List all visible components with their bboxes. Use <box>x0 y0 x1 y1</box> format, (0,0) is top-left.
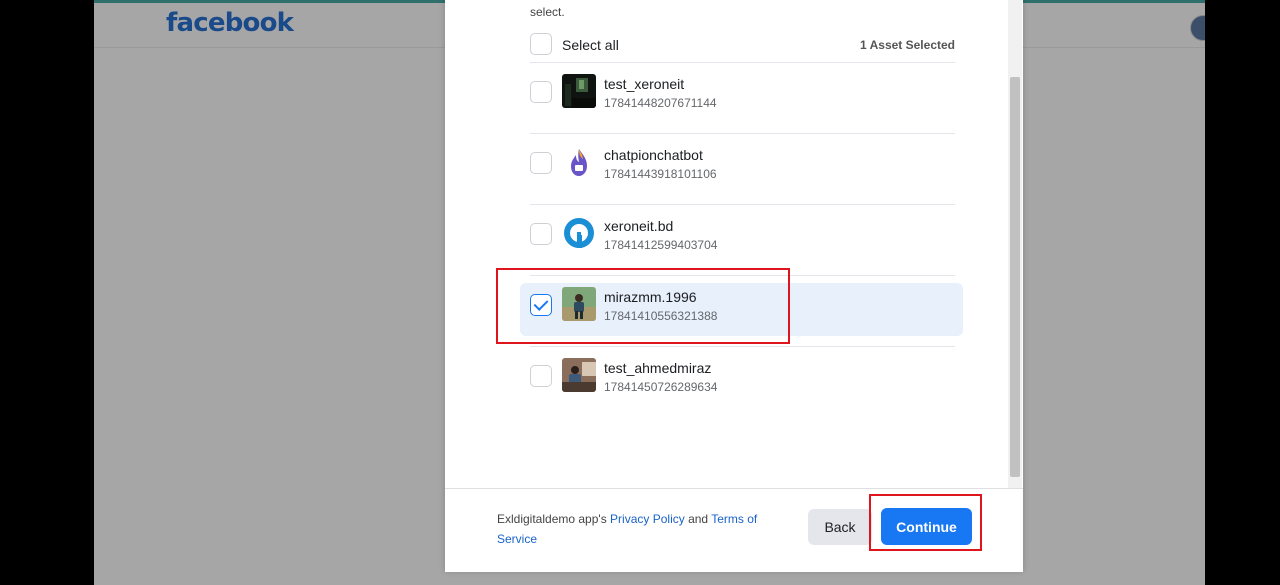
annotation-box-continue <box>869 494 982 551</box>
footer-and-text: and <box>688 512 709 526</box>
asset-row-xeroneit-bd[interactable]: xeroneit.bd 17841412599403704 <box>530 204 955 276</box>
policy-text: Exldigitaldemo app's Privacy Policy and … <box>497 509 787 549</box>
profile-avatar-icon[interactable] <box>1190 15 1205 41</box>
asset-checkbox[interactable] <box>530 81 552 103</box>
annotation-box-selected-asset <box>496 268 790 344</box>
privacy-policy-link[interactable]: Privacy Policy <box>610 512 685 526</box>
asset-name: test_xeroneit <box>604 76 685 92</box>
asset-checkbox[interactable] <box>530 365 552 387</box>
app-name: Exldigital <box>497 512 546 526</box>
purple-flame-logo-icon <box>562 145 596 179</box>
footer-text-part: demo app's <box>545 512 607 526</box>
asset-name: xeroneit.bd <box>604 218 674 234</box>
select-all-label[interactable]: Select all <box>562 37 619 53</box>
asset-name: chatpionchatbot <box>604 147 703 163</box>
asset-id: 17841448207671144 <box>604 96 717 110</box>
select-all-row[interactable]: Select all 1 Asset Selected <box>530 32 955 63</box>
asset-id: 17841443918101106 <box>604 167 717 181</box>
asset-row-test-ahmedmiraz[interactable]: test_ahmedmiraz 17841450726289634 <box>530 346 955 417</box>
asset-name: test_ahmedmiraz <box>604 360 712 376</box>
intro-text: select. <box>530 5 565 19</box>
asset-row-test-xeroneit[interactable]: test_xeroneit 17841448207671144 <box>530 62 955 134</box>
person-desk-photo-thumbnail-icon <box>562 358 596 392</box>
asset-list-scroll-area[interactable]: select. Select all 1 Asset Selected test… <box>445 0 1023 488</box>
selected-count-badge: 1 Asset Selected <box>860 38 955 52</box>
scrollbar-thumb[interactable] <box>1010 77 1020 477</box>
asset-id: 17841412599403704 <box>604 238 718 252</box>
dark-photo-thumbnail-icon <box>562 74 596 108</box>
asset-row-chatpionchatbot[interactable]: chatpionchatbot 17841443918101106 <box>530 133 955 205</box>
back-button[interactable]: Back <box>808 509 872 545</box>
select-all-checkbox[interactable] <box>530 33 552 55</box>
asset-checkbox[interactable] <box>530 152 552 174</box>
asset-checkbox[interactable] <box>530 223 552 245</box>
facebook-logo: facebook <box>166 8 294 38</box>
blue-ring-logo-icon <box>562 216 596 250</box>
asset-id: 17841450726289634 <box>604 380 718 394</box>
